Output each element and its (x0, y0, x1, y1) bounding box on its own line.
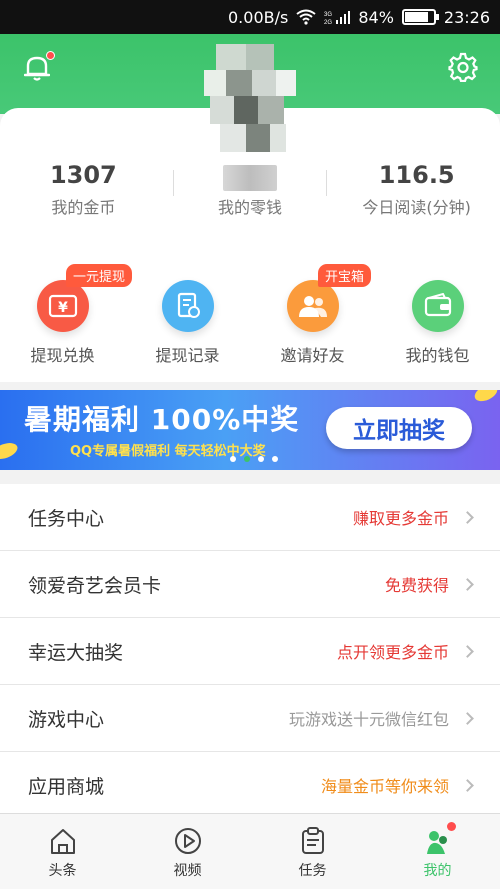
invite-badge: 开宝箱 (318, 264, 372, 287)
chevron-right-icon (461, 510, 474, 524)
wallet-icon (411, 280, 464, 332)
reading-value: 116.5 (378, 161, 455, 189)
home-icon (50, 829, 75, 854)
quick-withdraw-record[interactable]: 提现记录 (125, 280, 250, 370)
menu-item-title: 领爱奇艺会员卡 (28, 574, 162, 597)
stat-divider (173, 170, 174, 196)
stat-reading[interactable]: 116.5 今日阅读(分钟) (333, 158, 500, 228)
tab-label: 我的 (423, 863, 452, 879)
tab-headlines[interactable]: 头条 (0, 814, 125, 889)
signal-icon: 3G 2G (324, 9, 351, 25)
menu-item-game-center[interactable]: 游戏中心 玩游戏送十元微信红包 (0, 685, 500, 752)
play-icon (174, 828, 201, 854)
coin-decoration (472, 390, 500, 405)
tab-label: 视频 (173, 863, 202, 879)
avatar[interactable] (204, 44, 296, 154)
menu-item-title: 游戏中心 (28, 708, 105, 731)
carousel-dot[interactable] (272, 456, 278, 462)
chevron-right-icon (461, 711, 474, 725)
invite-label: 邀请好友 (280, 346, 345, 365)
tab-tasks[interactable]: 任务 (250, 814, 375, 889)
yuan-wallet-icon: ¥ (36, 280, 89, 332)
coins-value: 1307 (49, 161, 117, 189)
draw-now-button[interactable]: 立即抽奖 (326, 407, 472, 449)
battery-percent: 84% (358, 7, 394, 27)
menu-item-hint: 赚取更多金币 (352, 509, 449, 528)
record-icon (161, 280, 214, 332)
banner-title: 暑期福利 100%中奖 (24, 398, 299, 438)
menu-item-hint: 免费获得 (384, 576, 449, 595)
change-label: 我的零钱 (218, 198, 283, 217)
stat-change[interactable]: 我的零钱 (167, 158, 334, 228)
friends-icon (286, 280, 339, 332)
menu-item-hint: 玩游戏送十元微信红包 (288, 710, 449, 729)
reading-label: 今日阅读(分钟) (362, 198, 471, 217)
network-speed: 0.00B/s (228, 7, 289, 27)
wallet-label: 我的钱包 (405, 346, 470, 365)
stat-divider (326, 170, 327, 196)
menu-item-title: 任务中心 (28, 507, 105, 530)
wifi-icon (296, 9, 316, 25)
svg-text:¥: ¥ (58, 300, 68, 316)
menu-item-lucky-draw[interactable]: 幸运大抽奖 点开领更多金币 (0, 618, 500, 685)
withdraw-badge: 一元提现 (66, 264, 133, 287)
clock: 23:26 (443, 7, 490, 27)
tab-video[interactable]: 视频 (125, 814, 250, 889)
promo-banner[interactable]: 暑期福利 100%中奖 QQ专属暑假福利 每天轻松中大奖 立即抽奖 (0, 390, 500, 470)
menu-item-task-center[interactable]: 任务中心 赚取更多金币 (0, 484, 500, 551)
status-bar: 0.00B/s 3G 2G 84% 23:26 (0, 0, 500, 34)
menu-item-app-store[interactable]: 应用商城 海量金币等你来领 (0, 752, 500, 819)
stat-coins[interactable]: 1307 我的金币 (0, 158, 167, 228)
tab-me[interactable]: 我的 (375, 814, 500, 889)
svg-text:2G: 2G (324, 20, 332, 25)
coins-label: 我的金币 (51, 198, 116, 217)
quick-invite[interactable]: 开宝箱 邀请好友 (250, 264, 375, 370)
menu-item-hint: 点开领更多金币 (336, 643, 449, 662)
carousel-dots (230, 456, 278, 462)
stats-row: 1307 我的金币 我的零钱 116.5 今日阅读(分钟) (0, 158, 500, 228)
profile-icon (426, 831, 447, 854)
banner-title-a: 暑期福利 (24, 403, 141, 436)
battery-fill (404, 12, 429, 22)
menu-item-title: 应用商城 (28, 775, 105, 798)
menu-list: 任务中心 赚取更多金币 领爱奇艺会员卡 免费获得 幸运大抽奖 点开领更多金币 游… (0, 484, 500, 819)
battery-icon (401, 9, 439, 25)
svg-text:3G: 3G (324, 12, 332, 18)
notification-dot (46, 51, 55, 60)
quick-withdraw[interactable]: 一元提现 ¥ 提现兑换 (0, 264, 133, 370)
carousel-dot-active[interactable] (244, 456, 250, 462)
menu-item-iqiyi-card[interactable]: 领爱奇艺会员卡 免费获得 (0, 551, 500, 618)
tab-label: 任务 (298, 863, 327, 879)
quick-actions: 一元提现 ¥ 提现兑换 提现记录 开宝箱 邀请好友 我的钱包 (0, 264, 500, 370)
chevron-right-icon (461, 778, 474, 792)
change-value-blurred (223, 165, 277, 191)
banner-title-b: 100%中奖 (150, 403, 300, 436)
carousel-dot[interactable] (230, 456, 236, 462)
chevron-right-icon (461, 644, 474, 658)
clipboard-icon (301, 827, 324, 854)
withdraw-label: 提现兑换 (30, 346, 95, 365)
tab-label: 头条 (48, 863, 77, 879)
carousel-dot[interactable] (258, 456, 264, 462)
menu-item-title: 幸运大抽奖 (28, 641, 124, 664)
menu-item-hint: 海量金币等你来领 (320, 777, 449, 796)
tab-notification-dot (447, 822, 456, 831)
coin-decoration (0, 439, 20, 463)
quick-wallet[interactable]: 我的钱包 (375, 280, 500, 370)
withdraw-record-label: 提现记录 (155, 346, 220, 365)
settings-gear-icon[interactable] (448, 52, 478, 82)
chevron-right-icon (461, 577, 474, 591)
bottom-tab-bar: 头条 视频 任务 我的 (0, 813, 500, 889)
